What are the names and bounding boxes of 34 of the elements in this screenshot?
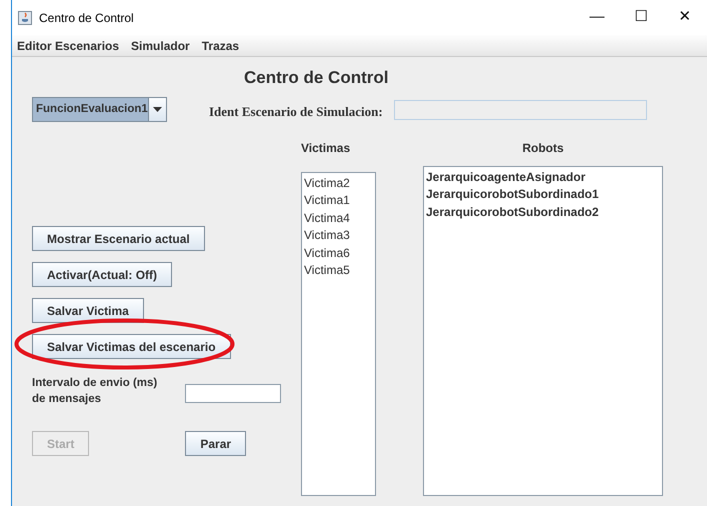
evaluation-dropdown[interactable]: FuncionEvaluacion1 [32,97,167,122]
caret-icon [152,107,162,112]
window-title: Centro de Control [39,10,134,26]
field-label: de mensajes [32,392,102,407]
list-label: Victimas [301,140,352,157]
maximize-button[interactable]: ☐ [619,6,663,29]
app-icon [18,10,32,24]
field-label: Ident Escenario de Simulacion: [209,103,383,121]
panel-heading: Centro de Control [244,68,388,87]
list-item[interactable]: Victima4 [304,210,373,228]
list-item[interactable]: JerarquicorobotSubordinado2 [426,204,660,222]
action-button[interactable]: Parar [185,431,246,456]
interval-field[interactable] [185,384,281,403]
menu-item[interactable]: Trazas [202,36,240,54]
action-button[interactable]: Salvar Victima [32,298,144,323]
robot-list[interactable]: JerarquicoagenteAsignador JerarquicorobotSubordinado1 JerarquicorobotSubordinado2 [423,166,663,496]
menu-item[interactable]: Simulador [131,36,190,54]
victim-list[interactable]: Victima2 Victima1 Victima4 Victima3 Victima6 Victima5 [301,172,376,496]
list-item[interactable]: Victima3 [304,227,373,245]
list-item[interactable]: Victima1 [304,192,373,210]
close-button[interactable]: ✕ [663,6,707,29]
menu-item[interactable]: Editor Escenarios [17,36,120,54]
list-item[interactable]: JerarquicorobotSubordinado1 [426,186,660,204]
action-button[interactable]: Salvar Victimas del escenario [32,334,231,359]
action-button[interactable]: Activar(Actual: Off) [32,262,172,287]
list-item[interactable]: Victima2 [304,175,373,192]
minimize-button[interactable]: — [575,6,619,29]
list-item[interactable]: JerarquicoagenteAsignador [426,169,660,186]
list-label: Robots [522,140,564,157]
action-button[interactable]: Mostrar Escenario actual [32,226,205,251]
list-item[interactable]: Victima6 [304,244,373,262]
scenario-id-field[interactable] [394,100,647,120]
list-item[interactable]: Victima5 [304,262,373,280]
field-label: Intervalo de envio (ms) [32,376,158,391]
